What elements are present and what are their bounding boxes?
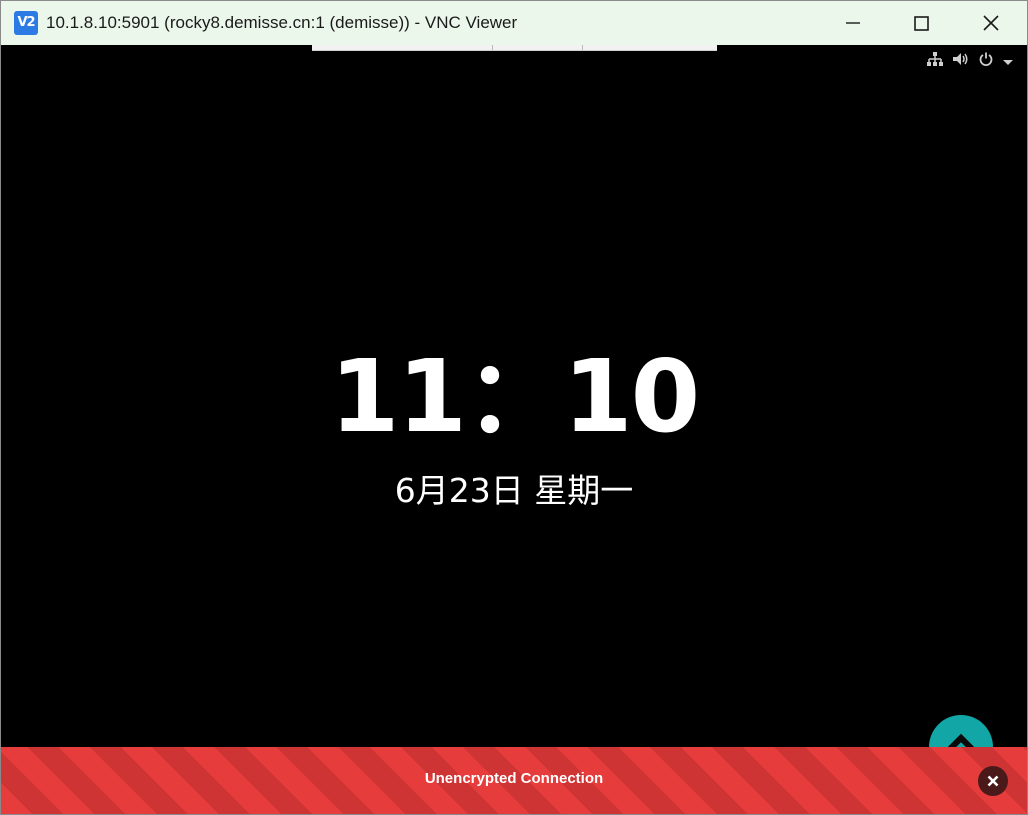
maximize-icon [913, 15, 929, 31]
network-icon[interactable] [927, 51, 943, 70]
remote-desktop-area[interactable]: 11：10 6月23日 星期一 Unencrypted Connection [1, 45, 1027, 814]
close-icon [983, 15, 999, 31]
lock-screen-date: 6月23日 星期一 [394, 471, 634, 510]
system-status-area[interactable] [927, 51, 1013, 70]
vnc-viewer-window: V2 10.1.8.10:5901 (rocky8.demisse.cn:1 (… [0, 0, 1028, 815]
close-window-button[interactable] [957, 1, 1025, 45]
vnc-toolbar-strip[interactable] [312, 45, 717, 51]
toolbar-separator [582, 45, 583, 50]
chevron-down-icon[interactable] [1003, 51, 1013, 70]
title-bar[interactable]: V2 10.1.8.10:5901 (rocky8.demisse.cn:1 (… [1, 1, 1027, 45]
toolbar-separator [492, 45, 493, 50]
lock-screen-clock: 11：10 [329, 338, 700, 455]
power-icon[interactable] [979, 51, 993, 70]
minimize-icon [846, 22, 860, 24]
window-title: 10.1.8.10:5901 (rocky8.demisse.cn:1 (dem… [46, 13, 518, 32]
unencrypted-connection-banner: Unencrypted Connection [1, 747, 1027, 814]
minimize-button[interactable] [819, 1, 887, 45]
banner-close-button[interactable] [978, 766, 1008, 796]
maximize-button[interactable] [887, 1, 955, 45]
close-icon [987, 775, 999, 787]
banner-text: Unencrypted Connection [424, 770, 604, 787]
volume-icon[interactable] [953, 51, 969, 70]
vnc-viewer-app-icon[interactable]: V2 [14, 11, 38, 35]
